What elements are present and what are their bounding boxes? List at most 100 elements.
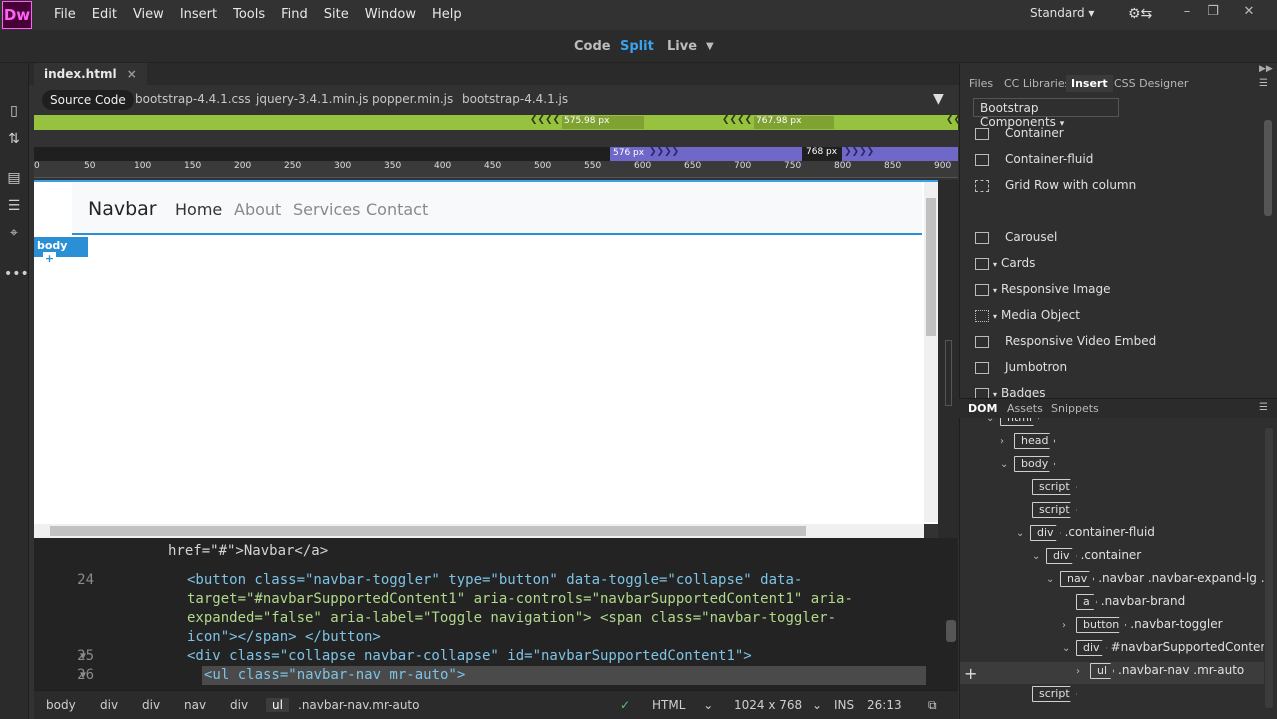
tab-dom[interactable]: DOM <box>968 402 997 415</box>
tab-cc-libraries[interactable]: CC Libraries <box>1004 77 1070 90</box>
more-icon[interactable]: ••• <box>4 266 29 286</box>
tab-css-designer[interactable]: CSS Designer <box>1114 77 1188 90</box>
collapse-arrow-icon[interactable]: ⌄ <box>1000 459 1014 470</box>
menu-window[interactable]: Window <box>357 1 424 29</box>
nav-link-services[interactable]: Services <box>293 200 360 219</box>
format-icon[interactable]: ☰ <box>4 198 24 218</box>
code-view[interactable]: href="#">Navbar</a> 24 <button class="nav… <box>34 538 958 690</box>
dom-node-tag[interactable]: script <box>1032 502 1077 518</box>
panel-menu-icon[interactable]: ☰ <box>1259 78 1268 89</box>
menu-view[interactable]: View <box>125 1 172 29</box>
insert-grid-row[interactable]: Grid Row with column <box>975 178 1136 198</box>
document-type-select[interactable]: HTML ⌄ <box>652 698 713 712</box>
code-line[interactable]: icon"></span> </button> <box>187 628 381 647</box>
file-icon[interactable]: ▯ <box>4 103 24 123</box>
code-scroll-thumb[interactable] <box>946 620 956 642</box>
code-line[interactable]: href="#">Navbar</a> <box>168 542 328 561</box>
nav-link-contact[interactable]: Contact <box>366 200 428 219</box>
add-icon[interactable]: + <box>43 252 56 265</box>
code-line[interactable]: <div class="collapse navbar-collapse" id… <box>187 647 752 666</box>
fold-icon[interactable]: ▼ <box>80 647 86 666</box>
close-icon[interactable]: × <box>127 67 137 81</box>
restore-icon[interactable]: ❐ <box>1202 4 1224 24</box>
dom-tree[interactable]: ⌄html ›head ⌄body script script ⌄div.con… <box>960 418 1264 718</box>
dom-node-tag[interactable]: head <box>1014 433 1056 449</box>
insert-responsive-video[interactable]: Responsive Video Embed <box>975 334 1156 354</box>
tag-selector-body[interactable]: body <box>46 698 76 712</box>
dom-scroll-track[interactable] <box>1265 428 1273 708</box>
insert-badges[interactable]: ▾ Badges <box>975 386 1045 398</box>
source-code-button[interactable]: Source Code <box>42 90 134 110</box>
dom-node-tag[interactable]: div <box>1030 525 1061 541</box>
sync-settings-icon[interactable]: ⚙⇆ <box>1128 6 1152 22</box>
code-line[interactable]: expanded="false" aria-label="Toggle navi… <box>187 609 836 628</box>
tab-snippets[interactable]: Snippets <box>1051 402 1099 415</box>
grip-icon[interactable] <box>945 340 952 406</box>
scroll-thumb[interactable] <box>926 198 936 336</box>
tag-selector-ul[interactable]: ul <box>266 698 289 712</box>
nav-link-about[interactable]: About <box>234 200 281 219</box>
tag-selector-div[interactable]: div <box>230 698 248 712</box>
mq-max-767[interactable]: 767.98 px <box>754 116 834 129</box>
collapse-arrow-icon[interactable]: ⌄ <box>1032 551 1046 562</box>
insert-scroll-thumb[interactable] <box>1264 120 1272 216</box>
insert-container-fluid[interactable]: Container-fluid <box>975 152 1093 172</box>
dom-node-tag[interactable]: div <box>1046 548 1077 564</box>
chevron-down-icon[interactable]: ▼ <box>706 41 714 52</box>
collapse-panel-icon[interactable]: ▶▶ <box>1259 64 1273 74</box>
dom-node-tag[interactable]: nav <box>1060 571 1095 587</box>
menu-tools[interactable]: Tools <box>225 1 273 29</box>
scroll-thumb[interactable] <box>50 526 806 536</box>
collapse-arrow-icon[interactable]: ⌄ <box>986 418 1000 424</box>
tab-index-html[interactable]: index.html × <box>34 63 147 85</box>
insert-category-select[interactable]: Bootstrap Components ▾ <box>973 98 1119 129</box>
insert-cards[interactable]: ▾ Cards <box>975 256 1035 276</box>
menu-insert[interactable]: Insert <box>172 1 225 29</box>
element-hud-body[interactable]: body+ <box>34 237 88 265</box>
tag-selector-class[interactable]: .navbar-nav.mr-auto <box>298 698 419 712</box>
filter-icon[interactable]: ▼ <box>933 91 944 107</box>
dom-node-tag[interactable]: button <box>1076 617 1127 633</box>
target-icon[interactable]: ⌖ <box>4 225 24 245</box>
collapse-arrow-icon[interactable]: ⌄ <box>1062 643 1076 654</box>
close-window-icon[interactable]: ✕ <box>1238 4 1260 24</box>
insert-mode[interactable]: INS <box>834 698 854 712</box>
split-view-button[interactable]: Split <box>620 39 654 54</box>
related-file-jquery[interactable]: jquery-3.4.1.min.js <box>256 92 368 106</box>
related-file-popper[interactable]: popper.min.js <box>372 92 453 106</box>
expand-arrow-icon[interactable]: › <box>1000 436 1014 447</box>
insert-container[interactable]: Container <box>975 126 1064 146</box>
expand-arrow-icon[interactable]: › <box>1062 620 1076 631</box>
tag-selector-div[interactable]: div <box>142 698 160 712</box>
add-element-icon[interactable]: + <box>964 664 977 683</box>
tab-insert[interactable]: Insert <box>1066 75 1113 92</box>
collapse-arrow-icon[interactable]: ⌄ <box>1016 528 1030 539</box>
panel-menu-icon[interactable]: ☰ <box>1259 402 1268 413</box>
dom-node-tag[interactable]: script <box>1032 686 1077 702</box>
preview-icon[interactable]: ⧉ <box>928 698 937 713</box>
menu-find[interactable]: Find <box>273 1 316 29</box>
dom-node-tag[interactable]: body <box>1014 456 1056 472</box>
insert-carousel[interactable]: Carousel <box>975 230 1057 250</box>
tab-assets[interactable]: Assets <box>1007 402 1043 415</box>
tab-files[interactable]: Files <box>969 77 993 90</box>
dom-node-tag[interactable]: ul <box>1090 663 1115 679</box>
nav-link-home[interactable]: Home <box>175 200 222 219</box>
tag-selector-nav[interactable]: nav <box>184 698 206 712</box>
mq-min-576[interactable]: 576 px <box>613 148 644 158</box>
media-query-bar-min[interactable]: 576 px ❯❯❯❯ 768 px ❯❯❯❯ <box>34 147 958 161</box>
mq-max-575[interactable]: 575.98 px <box>562 116 644 129</box>
fold-icon[interactable]: ▼ <box>80 666 86 685</box>
sort-icon[interactable]: ⇅ <box>4 131 24 151</box>
menu-site[interactable]: Site <box>316 1 357 29</box>
dom-node-tag[interactable]: script <box>1032 479 1077 495</box>
tag-selector-div[interactable]: div <box>100 698 118 712</box>
related-file-bootstrap-js[interactable]: bootstrap-4.4.1.js <box>462 92 568 106</box>
live-view-button[interactable]: Live <box>667 39 697 54</box>
code-view-button[interactable]: Code <box>574 39 611 54</box>
related-file-bootstrap-css[interactable]: bootstrap-4.4.1.css <box>135 92 251 106</box>
menu-edit[interactable]: Edit <box>84 1 125 29</box>
media-query-bar-max[interactable]: ❮❮❮❮ 575.98 px ❮❮❮❮ 767.98 px ❮❮ <box>34 115 961 130</box>
window-size-select[interactable]: 1024 x 768 ⌄ <box>734 698 822 712</box>
code-line-selected[interactable]: <ul class="navbar-nav mr-auto"> <box>204 666 465 685</box>
